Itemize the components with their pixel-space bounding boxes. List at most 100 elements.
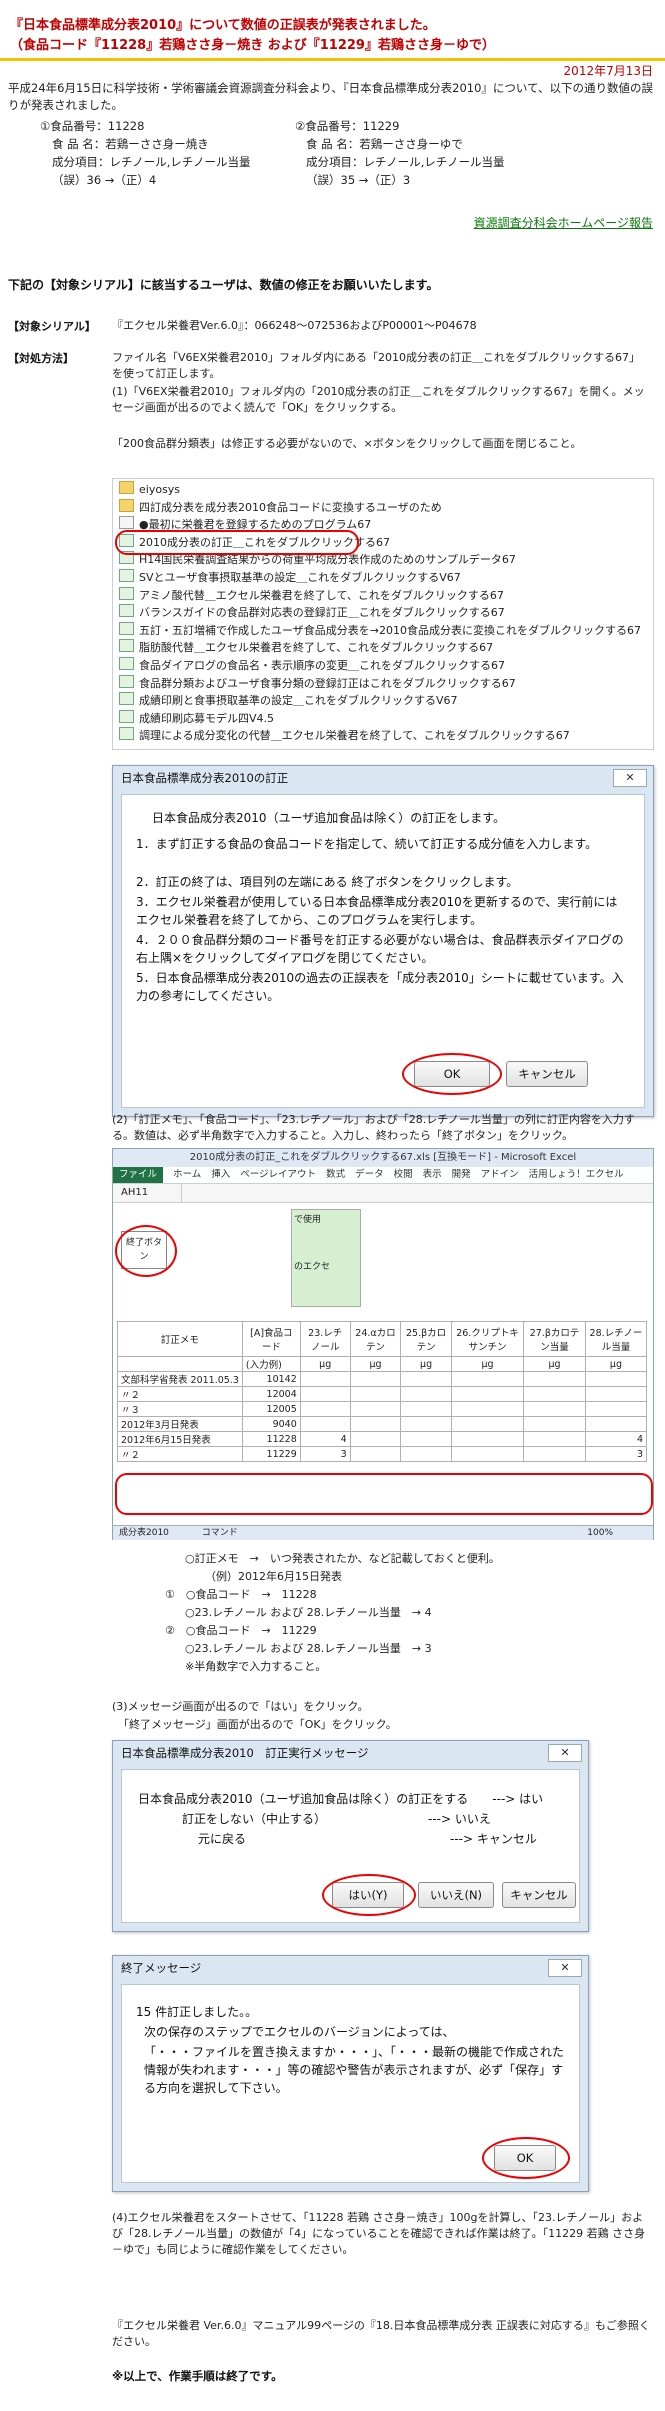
ribbon-tab[interactable]: 開発	[452, 1169, 471, 1180]
dialog-line: 次の保存のステップでエクセルのバージョンによっては、	[144, 2025, 455, 2039]
hp-report-link[interactable]: 資源調査分科会ホームページ報告	[474, 214, 653, 231]
note-line: ○23.レチノール および 28.レチノール当量 → 3	[185, 1642, 432, 1655]
cell-code[interactable]: 12005	[241, 1401, 301, 1417]
file-list-item[interactable]: 食品群分類およびユーザ食事分類の登録訂正はこれをダブルクリックする67	[119, 674, 516, 692]
ribbon-tab[interactable]: アドイン	[481, 1169, 519, 1180]
cell-code[interactable]: 12004	[241, 1386, 301, 1402]
input-example-label: (入力例)	[241, 1356, 301, 1372]
cell[interactable]	[400, 1371, 452, 1387]
cell[interactable]	[400, 1431, 452, 1447]
cell[interactable]	[450, 1416, 525, 1432]
cell-memo[interactable]: 2012年6月15日発表	[117, 1431, 243, 1447]
ribbon-tab[interactable]: ページレイアウト	[240, 1169, 316, 1180]
file-list-item[interactable]: 成績印刷応募モデル四V4.5	[119, 709, 275, 727]
file-list-item[interactable]: eiyosys	[119, 481, 180, 498]
column-header: 23.レチノール	[299, 1321, 351, 1357]
cell[interactable]	[450, 1386, 525, 1402]
ribbon-tab[interactable]: 数式	[326, 1169, 345, 1180]
cancel-button[interactable]: キャンセル	[502, 1882, 576, 1908]
file-list-item[interactable]: SVとユーザ食事摂取基準の設定＿これをダブルクリックするV67	[119, 569, 461, 586]
cell-v28[interactable]	[584, 1386, 648, 1402]
cell[interactable]	[523, 1386, 586, 1402]
close-button[interactable]: ✕	[613, 769, 647, 787]
file-explorer-list: eiyosys 四訂成分表を成分表2010食品コードに変換するユーザのため ●最初に…	[112, 478, 654, 750]
unit-cell: μg	[299, 1356, 351, 1372]
cell[interactable]	[400, 1386, 452, 1402]
cell[interactable]	[349, 1416, 402, 1432]
file-list-item[interactable]: 脂肪酸代替＿エクセル栄養君を終了して、これをダブルクリックする67	[119, 639, 493, 656]
cell[interactable]	[523, 1446, 586, 1462]
ribbon-tab[interactable]: ホーム	[173, 1169, 201, 1180]
zoom-level[interactable]: 100%	[587, 1526, 613, 1540]
cell-v23[interactable]	[299, 1386, 351, 1402]
file-name: 調理による成分変化の代替＿エクセル栄養君を終了して、これをダブルクリックする67	[139, 729, 570, 743]
cell[interactable]	[450, 1371, 525, 1387]
ribbon-tab[interactable]: 活用しょう！エクセル	[529, 1169, 624, 1180]
cell-v28[interactable]	[584, 1401, 648, 1417]
cell[interactable]	[349, 1371, 402, 1387]
cell-v28[interactable]	[584, 1371, 648, 1387]
ribbon-tab[interactable]: データ	[355, 1169, 384, 1180]
cell-memo[interactable]: 〃２	[117, 1446, 243, 1462]
cell-v23[interactable]	[299, 1401, 351, 1417]
doc-icon	[119, 516, 134, 530]
cell[interactable]	[450, 1446, 525, 1462]
cell[interactable]	[523, 1416, 586, 1432]
close-button[interactable]: ✕	[548, 1959, 582, 1977]
excel-icon	[119, 621, 134, 635]
file-list-item[interactable]: アミノ酸代替＿エクセル栄養君を終了して、これをダブルクリックする67	[119, 586, 504, 604]
no-button[interactable]: いいえ(N)	[418, 1882, 494, 1908]
cell[interactable]	[349, 1401, 402, 1417]
cell-code[interactable]: 11228	[241, 1431, 301, 1447]
excel-icon	[119, 709, 134, 723]
dialog-body: 15 件訂正しました。。 次の保存のステップでエクセルのバージョンによっては、 …	[121, 1984, 580, 2183]
cell[interactable]	[450, 1401, 525, 1417]
cell-v23[interactable]: 3	[299, 1446, 351, 1462]
cell[interactable]	[349, 1431, 402, 1447]
cell[interactable]	[523, 1431, 586, 1447]
cell-v28[interactable]	[584, 1416, 648, 1432]
cell-code[interactable]: 11229	[241, 1446, 301, 1462]
file-list-item[interactable]: 四訂成分表を成分表2010食品コードに変換するユーザのため	[119, 498, 442, 516]
cell-memo[interactable]: 〃３	[117, 1401, 243, 1417]
cell-v28[interactable]: 3	[584, 1446, 648, 1462]
cell-code[interactable]: 10142	[241, 1371, 301, 1387]
cell-v23[interactable]	[299, 1371, 351, 1387]
excel-icon	[119, 692, 134, 706]
sheet-tab[interactable]: 成分表2010	[119, 1528, 169, 1538]
excel-icon	[119, 604, 134, 618]
cell-memo[interactable]: 〃２	[117, 1386, 243, 1402]
cell-v23[interactable]: 4	[299, 1431, 351, 1447]
unit-cell: μg	[400, 1356, 452, 1372]
column-header: 26.クリプトキサンチン	[450, 1321, 525, 1357]
file-list-item[interactable]: バランスガイドの食品群対応表の登録訂正＿これをダブルクリックする67	[119, 604, 505, 621]
cell[interactable]	[400, 1401, 452, 1417]
cell[interactable]	[450, 1431, 525, 1447]
ribbon-tab[interactable]: 表示	[423, 1169, 442, 1180]
cell[interactable]	[523, 1371, 586, 1387]
method-label: 【対処方法】	[8, 352, 74, 365]
name-box[interactable]: AH11	[113, 1184, 182, 1202]
file-list-item[interactable]: 成績印刷と食事摂取基準の設定＿これをダブルクリックするV67	[119, 692, 458, 709]
file-list-item[interactable]: 調理による成分変化の代替＿エクセル栄養君を終了して、これをダブルクリックする67	[119, 727, 570, 744]
file-list-item[interactable]: 五訂・五訂増補で作成したユーザ食品成分表を→2010食品成分表に変換これをダブル…	[119, 621, 641, 639]
ribbon-tab[interactable]: ファイル	[113, 1167, 164, 1183]
ribbon-tab[interactable]: 校閲	[394, 1169, 413, 1180]
cell[interactable]	[523, 1401, 586, 1417]
close-button[interactable]: ✕	[548, 1744, 582, 1762]
ribbon-tab[interactable]: 挿入	[211, 1169, 230, 1180]
cell-v28[interactable]: 4	[584, 1431, 648, 1447]
cell[interactable]	[400, 1446, 452, 1462]
file-list-item[interactable]: 食品ダイアログの食品名・表示順序の変更＿これをダブルクリックする67	[119, 657, 505, 674]
cell[interactable]	[349, 1446, 402, 1462]
cancel-button[interactable]: キャンセル	[506, 1061, 588, 1087]
cell-memo[interactable]: 2012年3月日発表	[117, 1416, 243, 1432]
cell[interactable]	[400, 1416, 452, 1432]
side-panel: で使用 のエクセ	[291, 1209, 361, 1307]
cell-memo[interactable]: 文部科学省発表 2011.05.3	[117, 1371, 243, 1387]
file-name: 成績印刷応募モデル四V4.5	[139, 711, 275, 725]
cell-code[interactable]: 9040	[241, 1416, 301, 1432]
unit-cell: μg	[349, 1356, 402, 1372]
cell[interactable]	[349, 1386, 402, 1402]
cell-v23[interactable]	[299, 1416, 351, 1432]
